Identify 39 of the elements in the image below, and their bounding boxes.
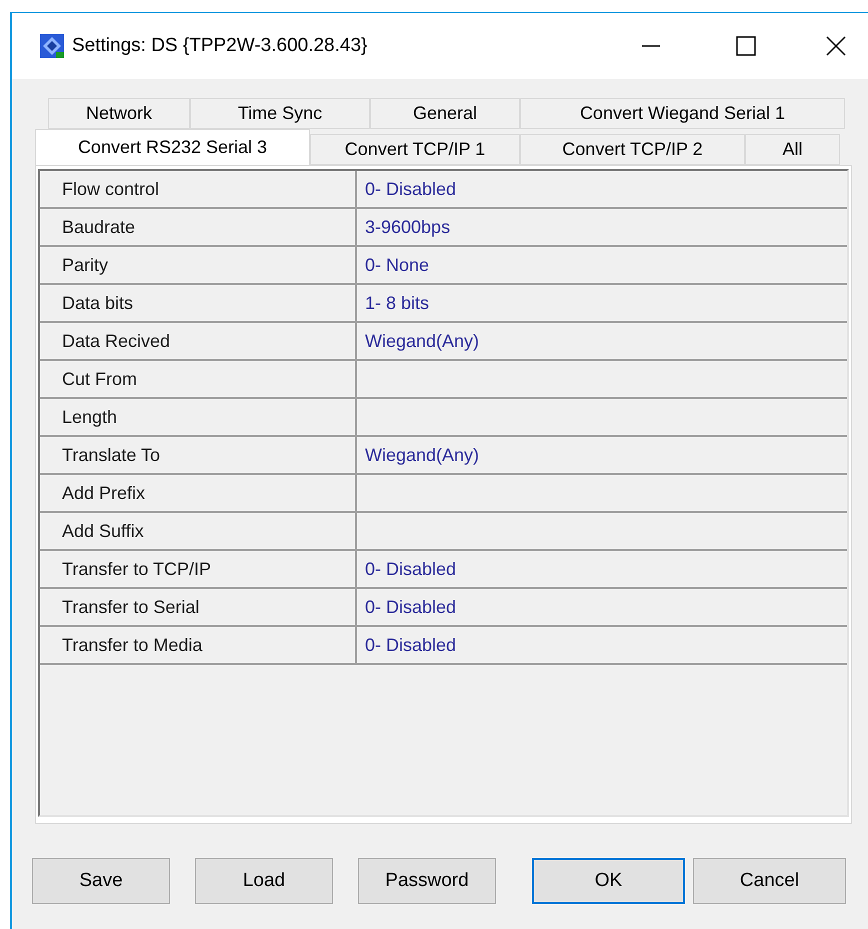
tab[interactable]: Network [48,98,190,129]
property-name: Data bits [40,285,357,321]
tab[interactable]: All [745,134,840,165]
tab[interactable]: Convert RS232 Serial 3 [35,129,310,165]
dialog-button[interactable]: Cancel [693,858,846,904]
property-name: Parity [40,247,357,283]
property-value[interactable]: 0- Disabled [357,551,847,587]
property-name: Transfer to Serial [40,589,357,625]
tab[interactable]: Convert Wiegand Serial 1 [520,98,845,129]
property-name: Translate To [40,437,357,473]
property-name: Cut From [40,361,357,397]
property-value[interactable]: 0- Disabled [357,171,847,207]
property-name: Transfer to Media [40,627,357,663]
tab[interactable]: Convert TCP/IP 2 [520,134,745,165]
property-name: Data Recived [40,323,357,359]
tab[interactable]: General [370,98,520,129]
property-value[interactable]: 3-9600bps [357,209,847,245]
property-value[interactable]: 0- None [357,247,847,283]
window-title: Settings: DS {TPP2W-3.600.28.43} [72,34,368,58]
property-name: Add Prefix [40,475,357,511]
tab[interactable]: Time Sync [190,98,370,129]
property-value[interactable]: 0- Disabled [357,627,847,663]
property-name: Baudrate [40,209,357,245]
property-name: Add Suffix [40,513,357,549]
property-name: Transfer to TCP/IP [40,551,357,587]
property-value[interactable]: 0- Disabled [357,589,847,625]
property-name: Length [40,399,357,435]
close-icon[interactable] [826,36,846,56]
dialog-button[interactable]: OK [532,858,685,904]
maximize-icon[interactable] [736,36,756,56]
property-name: Flow control [40,171,357,207]
tab[interactable]: Convert TCP/IP 1 [310,134,520,165]
property-value[interactable]: 1- 8 bits [357,285,847,321]
dialog-button[interactable]: Load [195,858,333,904]
property-value[interactable]: Wiegand(Any) [357,437,847,473]
app-icon [40,34,64,58]
dialog-button[interactable]: Password [358,858,496,904]
property-value[interactable]: Wiegand(Any) [357,323,847,359]
dialog-button[interactable]: Save [32,858,170,904]
